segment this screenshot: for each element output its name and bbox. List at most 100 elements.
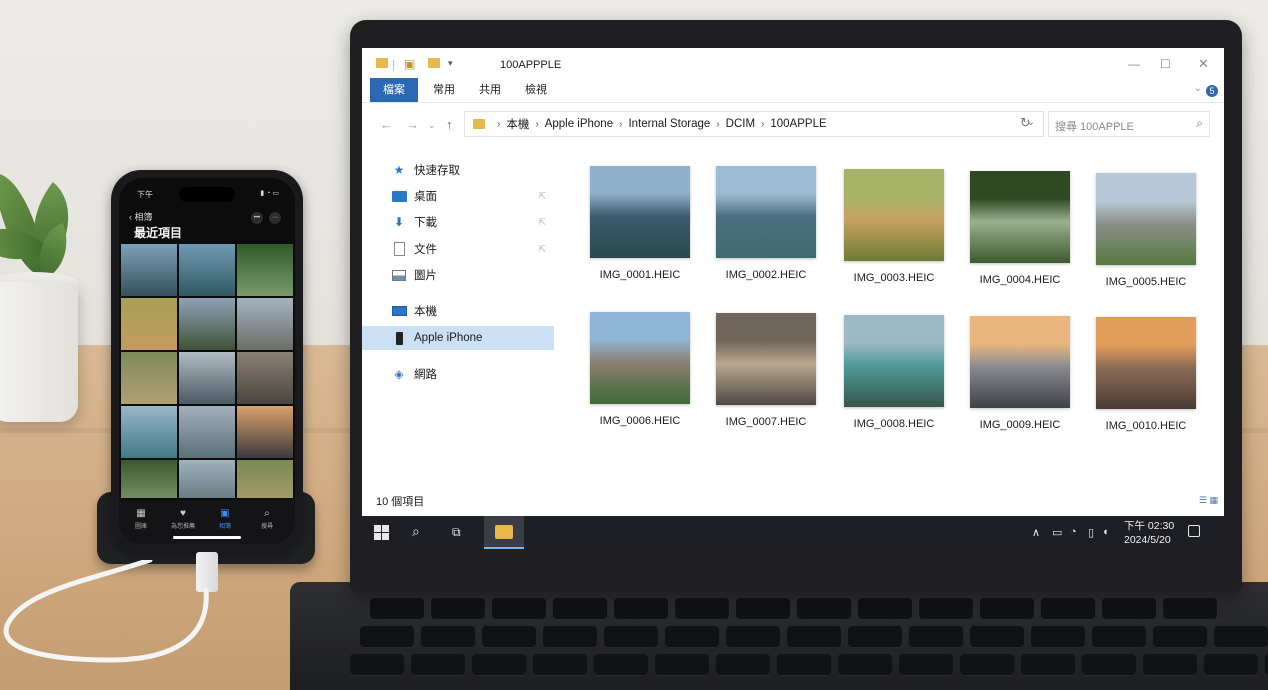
forward-arrow-icon[interactable]: →: [406, 117, 419, 132]
ribbon-expand-icon[interactable]: ⌄: [1194, 83, 1202, 94]
properties-icon[interactable]: ▣: [404, 57, 415, 71]
up-arrow-icon[interactable]: ↑: [446, 117, 453, 132]
file-item[interactable]: IMG_0010.HEIC: [1096, 317, 1196, 432]
phone-photo-thumbnail[interactable]: [237, 406, 293, 458]
show-hidden-icons-icon[interactable]: ∧: [1032, 526, 1040, 539]
file-item[interactable]: IMG_0006.HEIC: [590, 312, 690, 427]
breadcrumb-apple-iphone[interactable]: Apple iPhone: [545, 118, 613, 130]
phone-photo-thumbnail[interactable]: [121, 244, 177, 296]
phone-photo-grid: [121, 244, 293, 498]
taskbar-clock[interactable]: 下午 02:30 2024/5/20: [1124, 519, 1174, 547]
file-thumbnail: [970, 171, 1070, 263]
breadcrumb-this-pc[interactable]: 本機: [506, 116, 529, 132]
display-icon[interactable]: ▭: [1052, 526, 1062, 539]
phone-photo-thumbnail[interactable]: [237, 298, 293, 350]
pictures-icon: [390, 268, 408, 282]
file-item[interactable]: IMG_0005.HEIC: [1096, 173, 1196, 288]
phone-tab-library[interactable]: ▦ 圖庫: [121, 508, 161, 530]
help-icon[interactable]: 5: [1206, 85, 1218, 97]
quick-access-dropdown-icon[interactable]: ▾: [448, 58, 453, 69]
file-item[interactable]: IMG_0004.HEIC: [970, 171, 1070, 286]
breadcrumb-dcim[interactable]: DCIM: [726, 118, 755, 130]
phone-photo-thumbnail[interactable]: [179, 352, 235, 404]
nav-item-desktop[interactable]: 桌面 ⇱: [362, 184, 554, 208]
file-name: IMG_0006.HEIC: [599, 415, 681, 427]
nav-item-pictures[interactable]: 圖片: [362, 263, 554, 287]
new-folder-icon[interactable]: [428, 58, 440, 68]
file-thumbnail: [844, 315, 944, 407]
maximize-icon[interactable]: ☐: [1160, 57, 1171, 71]
file-item[interactable]: IMG_0001.HEIC: [590, 166, 690, 281]
address-row: ← → ⌄ ↑ › 本機 › Apple iPhone › Internal S…: [362, 102, 1224, 146]
computer-icon: [390, 304, 408, 318]
task-view-icon[interactable]: ⧉: [452, 525, 461, 540]
file-thumbnail: [716, 166, 816, 258]
nav-item-documents[interactable]: 文件 ⇱: [362, 237, 554, 261]
file-explorer-taskbar-button[interactable]: [484, 516, 524, 549]
tab-home[interactable]: 常用: [426, 78, 462, 102]
recent-locations-icon[interactable]: ⌄: [428, 120, 436, 131]
recents-title: 最近項目: [134, 226, 183, 240]
nav-item-this-pc[interactable]: 本機: [362, 299, 554, 323]
refresh-icon[interactable]: ↻: [1020, 115, 1031, 131]
wifi-icon[interactable]: ◔: [1070, 526, 1077, 538]
nav-item-apple-iphone[interactable]: Apple iPhone: [362, 326, 554, 350]
tab-view[interactable]: 檢視: [518, 78, 554, 102]
notification-center-icon[interactable]: [1188, 525, 1200, 537]
phone-photo-thumbnail[interactable]: [179, 460, 235, 498]
tab-file[interactable]: 檔案: [370, 78, 418, 102]
phone-photo-thumbnail[interactable]: [121, 460, 177, 498]
desktop-icon: [390, 189, 408, 203]
phone-photo-thumbnail[interactable]: [121, 406, 177, 458]
window-title-bar: | ▣ ▾ 100APPPLE — ☐ ✕: [362, 48, 1224, 78]
file-item[interactable]: IMG_0009.HEIC: [970, 316, 1070, 431]
file-item[interactable]: IMG_0008.HEIC: [844, 315, 944, 430]
file-name: IMG_0008.HEIC: [853, 418, 935, 430]
close-icon[interactable]: ✕: [1198, 56, 1209, 72]
file-name: IMG_0009.HEIC: [979, 419, 1061, 431]
breadcrumb-100apple[interactable]: 100APPLE: [770, 118, 826, 130]
phone-select-icon[interactable]: •••: [251, 212, 263, 224]
nav-item-downloads[interactable]: ⬇ 下載 ⇱: [362, 210, 554, 234]
view-toggle-icon[interactable]: ☰ ▦: [1199, 495, 1218, 506]
navigation-pane: ★ 快速存取 桌面 ⇱ ⬇ 下載 ⇱ 文件 ⇱ 圖片 本機 Apple iPho…: [362, 146, 554, 486]
search-box[interactable]: 搜尋 100APPLE ⌕: [1048, 111, 1210, 137]
phone-tab-albums[interactable]: ▣ 相簿: [205, 508, 245, 530]
search-input[interactable]: 搜尋 100APPLE: [1055, 118, 1134, 134]
clock-time: 下午 02:30: [1124, 520, 1175, 532]
network-icon: ◈: [394, 367, 404, 381]
library-icon: ▦: [136, 508, 146, 519]
phone-photo-thumbnail[interactable]: [179, 298, 235, 350]
pin-icon: ⇱: [538, 190, 546, 201]
phone-photo-thumbnail[interactable]: [179, 244, 235, 296]
phone-photo-thumbnail[interactable]: [179, 406, 235, 458]
iphone: 下午 ▮ ◔ ▭ ‹ 相簿 ••• ⋯ 最近項目 ▦ 圖庫 ♥ 為您推薦 ▣ 相簿 ⌕…: [111, 170, 303, 552]
download-icon: ⬇: [393, 215, 405, 229]
phone-photo-thumbnail[interactable]: [237, 352, 293, 404]
battery-icon[interactable]: ▯: [1088, 526, 1094, 539]
nav-item-quick-access[interactable]: ★ 快速存取: [362, 158, 554, 182]
minimize-icon[interactable]: —: [1128, 57, 1140, 71]
back-arrow-icon[interactable]: ←: [380, 117, 393, 132]
phone-tab-search[interactable]: ⌕ 搜尋: [247, 508, 287, 530]
search-icon[interactable]: ⌕: [412, 523, 420, 540]
breadcrumb: › 本機 › Apple iPhone › Internal Storage ›…: [473, 112, 827, 136]
phone-photo-thumbnail[interactable]: [237, 460, 293, 498]
phone-photo-thumbnail[interactable]: [121, 352, 177, 404]
phone-more-icon[interactable]: ⋯: [269, 212, 281, 224]
file-item[interactable]: IMG_0007.HEIC: [716, 313, 816, 428]
file-thumbnail: [590, 312, 690, 404]
nav-item-network[interactable]: ◈ 網路: [362, 362, 554, 386]
phone-tab-for-you[interactable]: ♥ 為您推薦: [163, 508, 203, 530]
address-bar[interactable]: › 本機 › Apple iPhone › Internal Storage ›…: [464, 111, 1044, 137]
file-item[interactable]: IMG_0002.HEIC: [716, 166, 816, 281]
albums-back-button[interactable]: ‹ 相簿: [129, 210, 153, 223]
phone-photo-thumbnail[interactable]: [121, 298, 177, 350]
volume-icon[interactable]: ◖: [1102, 526, 1109, 538]
phone-photo-thumbnail[interactable]: [237, 244, 293, 296]
tab-share[interactable]: 共用: [472, 78, 508, 102]
phone-icon: [390, 331, 408, 345]
file-item[interactable]: IMG_0003.HEIC: [844, 169, 944, 284]
windows-start-icon[interactable]: [374, 525, 389, 540]
breadcrumb-internal-storage[interactable]: Internal Storage: [628, 118, 710, 130]
